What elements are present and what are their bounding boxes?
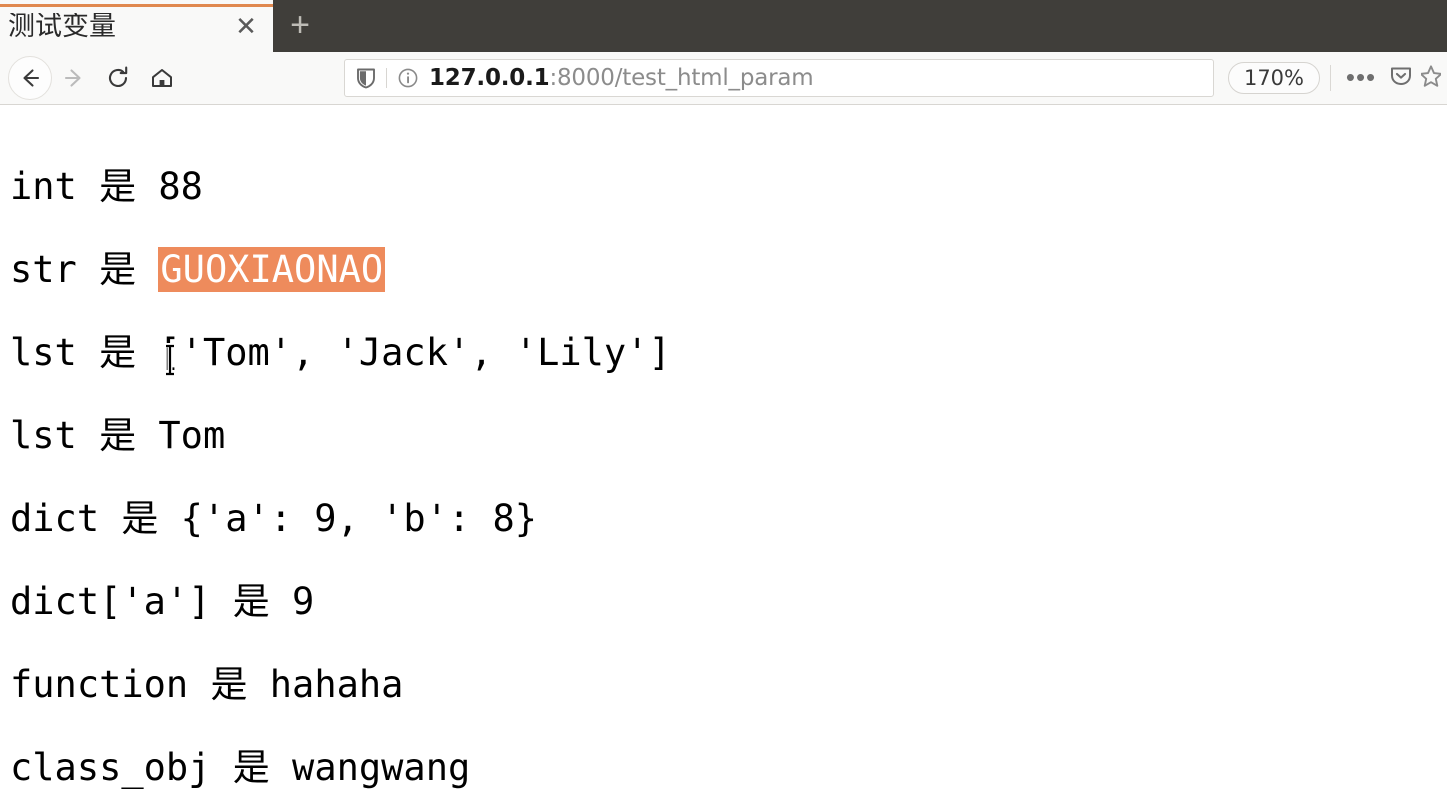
output-line-label: lst 是 xyxy=(10,331,159,374)
close-icon[interactable]: ✕ xyxy=(229,9,263,43)
output-line-label: lst 是 xyxy=(10,414,159,457)
back-button[interactable] xyxy=(8,56,52,100)
tab-strip: 测试变量 ✕ + xyxy=(0,0,1447,52)
output-line-value-selected: GUOXIAONAO xyxy=(158,247,386,292)
forward-button[interactable] xyxy=(52,56,96,100)
output-line: lst 是 Tom xyxy=(10,394,1447,477)
tab-title: 测试变量 xyxy=(8,12,116,40)
output-line-value: wangwang xyxy=(292,746,471,789)
ellipsis-icon: ••• xyxy=(1345,62,1377,93)
output-line: str 是 GUOXIAONAO xyxy=(10,228,1447,311)
browser-tab-active[interactable]: 测试变量 ✕ xyxy=(0,0,273,52)
zoom-level-indicator[interactable]: 170% xyxy=(1227,62,1320,94)
output-line-label: int 是 xyxy=(10,165,159,208)
output-line-value: {'a': 9, 'b': 8} xyxy=(180,497,538,540)
toolbar-divider xyxy=(1330,65,1331,91)
output-line-label: function 是 xyxy=(10,663,270,706)
overflow-menu-button[interactable]: ••• xyxy=(1341,58,1381,98)
output-line: dict['a'] 是 9 xyxy=(10,560,1447,643)
back-arrow-icon xyxy=(17,65,43,91)
output-line-label: str 是 xyxy=(10,248,159,291)
output-line-value: hahaha xyxy=(269,663,404,706)
output-line: int 是 88 xyxy=(10,145,1447,228)
variable-output-list: int 是 88 str 是 GUOXIAONAO lst 是 ['Tom', 'J… xyxy=(10,145,1447,809)
output-line-label: class_obj 是 xyxy=(10,746,293,789)
output-line-value: 88 xyxy=(158,165,203,208)
output-line-label: dict 是 xyxy=(10,497,181,540)
bookmark-star-icon xyxy=(1421,63,1441,94)
new-tab-button[interactable]: + xyxy=(273,0,327,52)
tracking-protection-shield-icon[interactable] xyxy=(355,66,386,90)
site-information-icon[interactable] xyxy=(387,67,429,89)
pocket-save-button[interactable] xyxy=(1381,58,1421,98)
address-bar-text: 127.0.0.1:8000/test_html_param xyxy=(429,65,814,91)
output-line-label: dict['a'] 是 xyxy=(10,580,293,623)
pocket-save-icon xyxy=(1388,63,1414,94)
output-line: function 是 hahaha xyxy=(10,643,1447,726)
page-content: int 是 88 str 是 GUOXIAONAO lst 是 ['Tom', 'J… xyxy=(0,105,1447,810)
output-line-value: ['Tom', 'Jack', 'Lily'] xyxy=(158,331,671,374)
bookmark-button[interactable] xyxy=(1421,58,1441,98)
output-line: dict 是 {'a': 9, 'b': 8} xyxy=(10,477,1447,560)
output-line-value: 9 xyxy=(292,580,315,623)
reload-button[interactable] xyxy=(96,56,140,100)
reload-icon xyxy=(105,65,131,91)
home-icon xyxy=(149,65,175,91)
home-button[interactable] xyxy=(140,56,184,100)
forward-arrow-icon xyxy=(61,65,87,91)
output-line-value: Tom xyxy=(158,414,226,457)
address-bar[interactable]: 127.0.0.1:8000/test_html_param xyxy=(344,59,1214,97)
output-line: class_obj 是 wangwang xyxy=(10,726,1447,809)
output-line: lst 是 ['Tom', 'Jack', 'Lily'] xyxy=(10,311,1447,394)
navigation-toolbar: 127.0.0.1:8000/test_html_param 170% ••• xyxy=(0,52,1447,105)
url-path: :8000/test_html_param xyxy=(549,65,814,91)
url-host: 127.0.0.1 xyxy=(429,65,550,91)
